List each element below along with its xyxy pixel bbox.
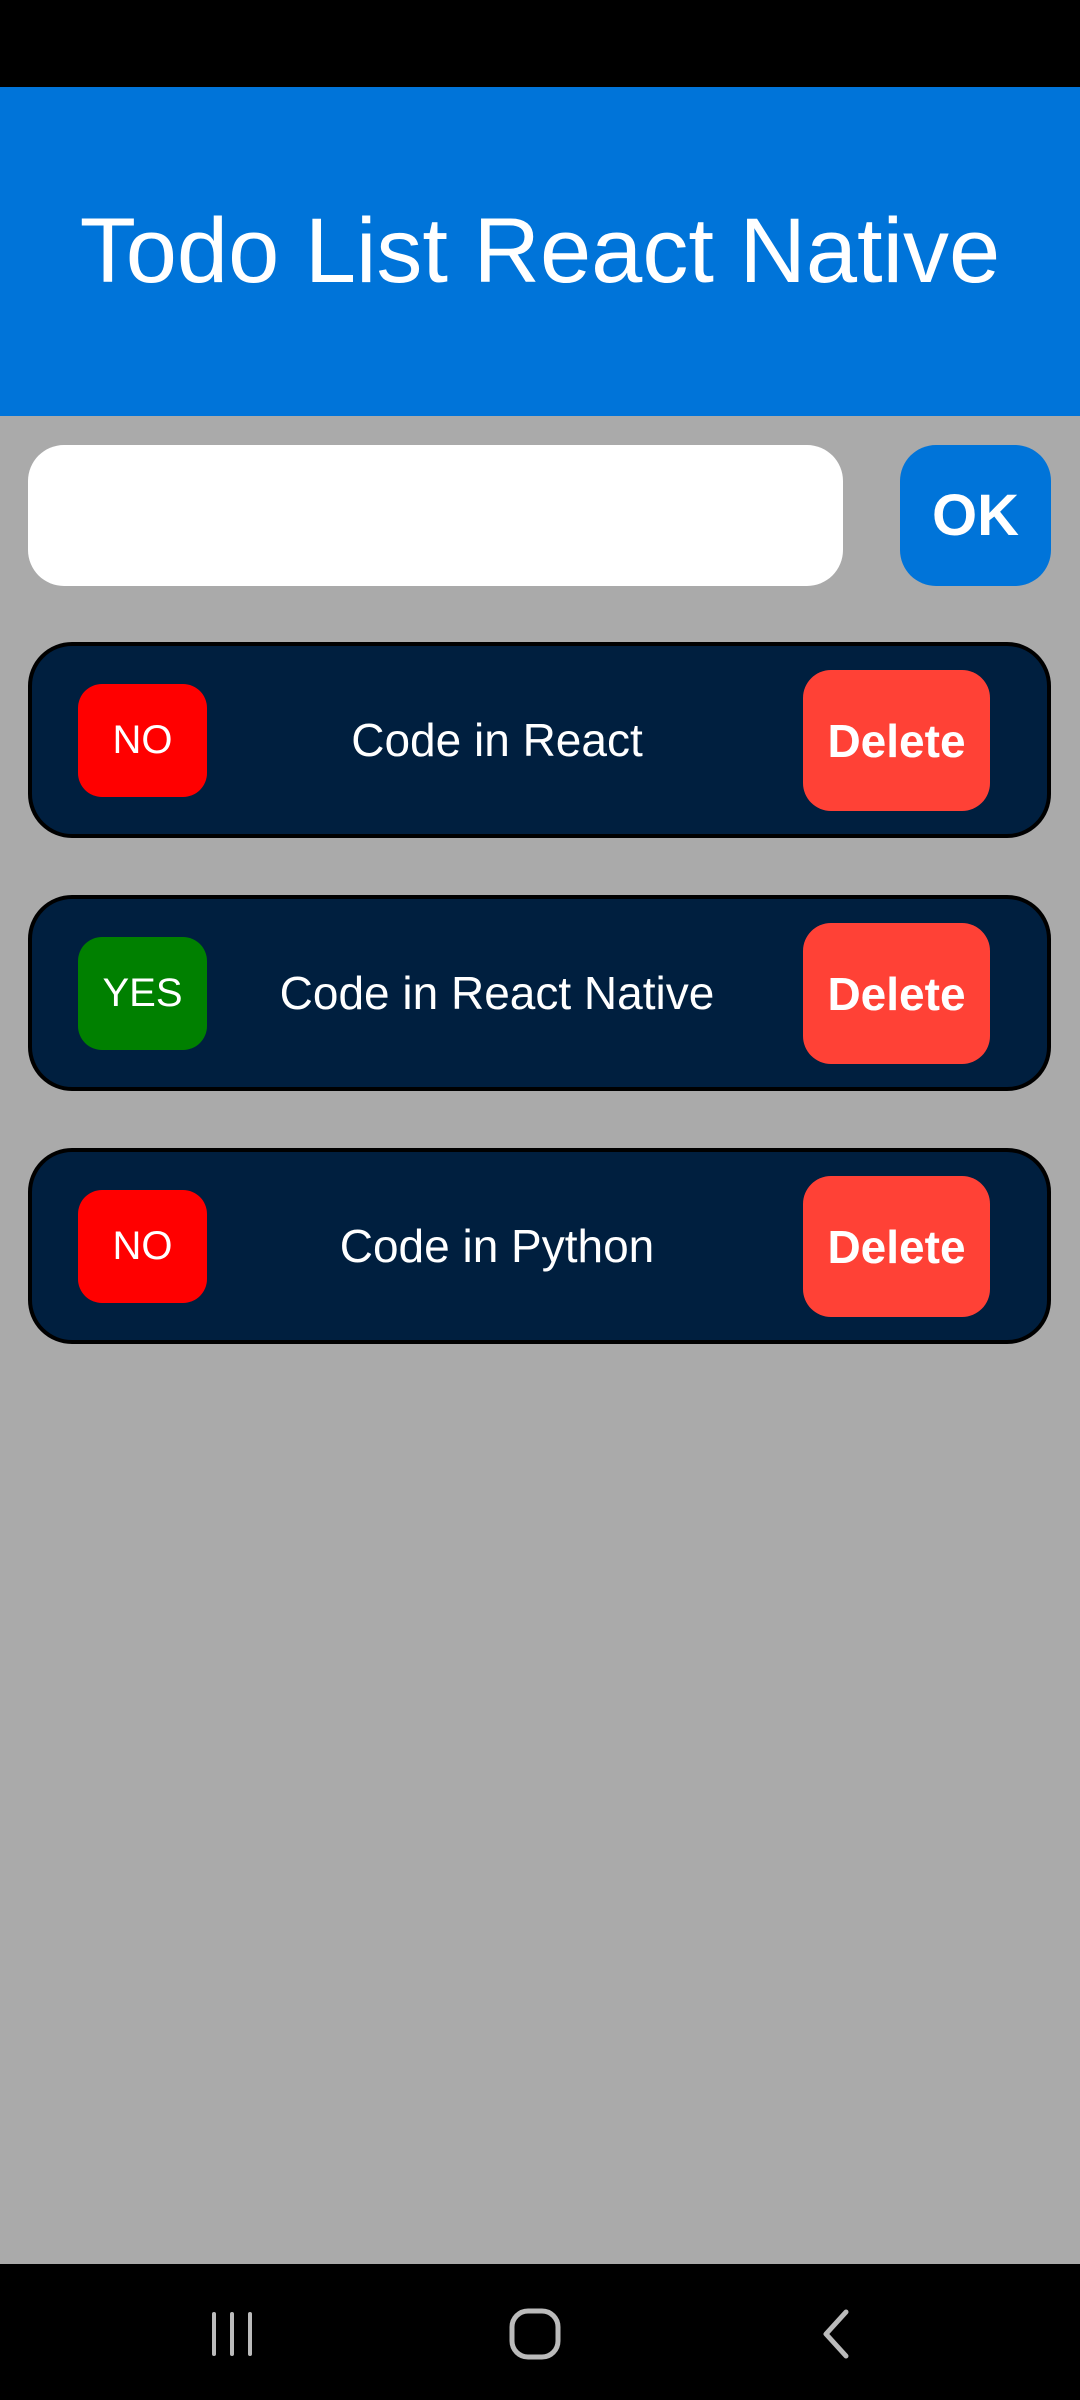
todo-item: NO Code in Python Delete [28, 1148, 1051, 1344]
status-bar [0, 0, 1080, 87]
delete-button[interactable]: Delete [803, 1176, 990, 1317]
app-header: Todo List React Native [0, 87, 1080, 416]
todo-text: Code in React [351, 714, 643, 766]
page-title: Todo List React Native [79, 200, 1001, 302]
todo-item: NO Code in React Delete [28, 642, 1051, 838]
delete-button[interactable]: Delete [803, 670, 990, 811]
recent-apps-icon[interactable] [202, 2304, 262, 2364]
delete-button[interactable]: Delete [803, 923, 990, 1064]
todo-text: Code in React Native [279, 967, 715, 1019]
status-toggle-button[interactable]: NO [78, 1190, 207, 1303]
status-toggle-button[interactable]: NO [78, 684, 207, 797]
status-toggle-button[interactable]: YES [78, 937, 207, 1050]
ok-button[interactable]: OK [900, 445, 1051, 586]
navigation-bar [0, 2264, 1080, 2400]
todo-input[interactable] [28, 445, 843, 586]
home-icon[interactable] [505, 2304, 565, 2364]
todo-item: YES Code in React Native Delete [28, 895, 1051, 1091]
back-icon[interactable] [808, 2304, 868, 2364]
todo-text: Code in Python [339, 1220, 655, 1272]
